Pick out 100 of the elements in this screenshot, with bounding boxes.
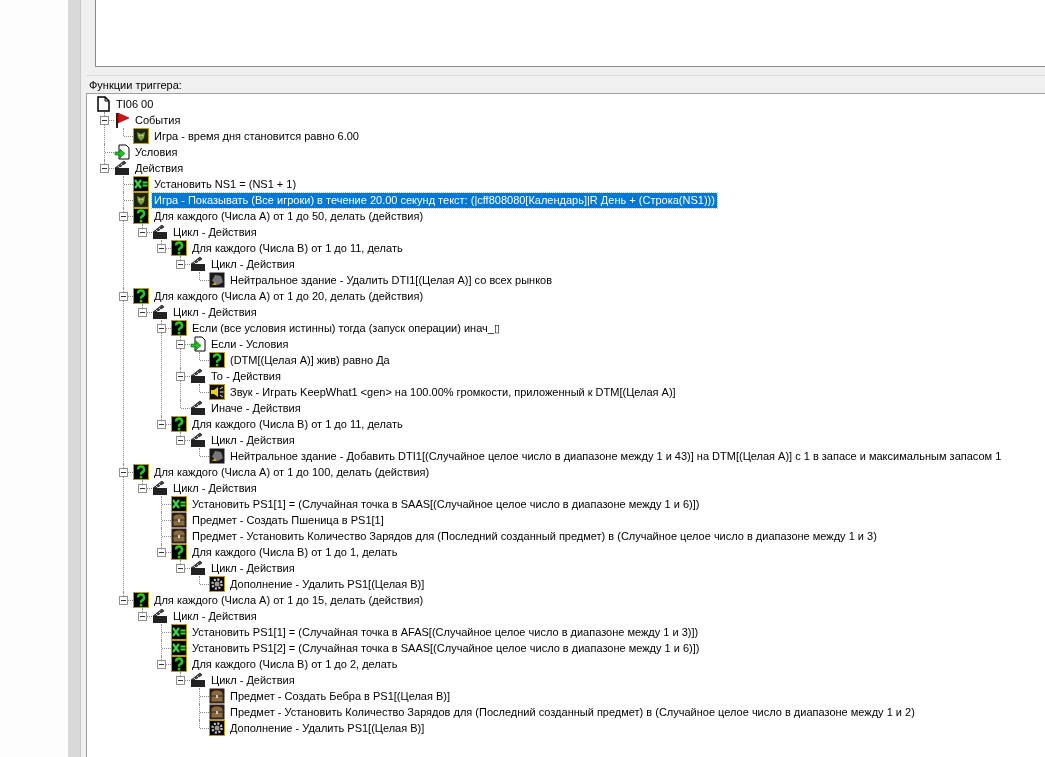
clapperboard-icon xyxy=(190,400,206,416)
document-icon xyxy=(95,96,111,112)
tree-item[interactable]: Для каждого (Числа A) от 1 до 50, делать (действия) xyxy=(152,208,426,224)
tree-item[interactable]: Для каждого (Числа A) от 1 до 15, делать (действия) xyxy=(152,592,426,608)
collapse-icon[interactable] xyxy=(138,484,147,493)
x-equals-icon xyxy=(133,176,149,192)
tree-item[interactable]: Условия xyxy=(133,144,180,160)
group-label: Функции триггера: xyxy=(88,78,183,93)
clapperboard-icon xyxy=(152,480,168,496)
clapperboard-icon xyxy=(190,432,206,448)
tree-item[interactable]: Установить PS1[1] = (Случайная точка в SAAS[(Случайное целое число в диапазоне между 1 и 6)]) xyxy=(190,496,702,512)
tree-item[interactable]: Для каждого (Числа B) от 1 до 2, делать xyxy=(190,656,400,672)
clapperboard-icon xyxy=(190,256,206,272)
emblem-icon xyxy=(133,128,149,144)
clapperboard-icon xyxy=(190,560,206,576)
collapse-icon[interactable] xyxy=(157,548,166,557)
gear-icon xyxy=(209,576,225,592)
collapse-icon[interactable] xyxy=(138,308,147,317)
tree-item[interactable]: Игра - время дня становится равно 6.00 xyxy=(152,128,361,144)
tree-item[interactable]: Цикл - Действия xyxy=(171,480,259,496)
clapperboard-icon xyxy=(190,672,206,688)
collapse-icon[interactable] xyxy=(157,244,166,253)
tree-item[interactable]: Для каждого (Числа A) от 1 до 20, делать (действия) xyxy=(152,288,426,304)
tree-item[interactable]: Цикл - Действия xyxy=(209,672,297,688)
collapse-icon[interactable] xyxy=(138,228,147,237)
tree-item[interactable]: Нейтральное здание - Добавить DTI1[(Случайное целое число в диапазоне между 1 и 43)] на DTM[(Целая A)] с 1 в запасе и максимальным запасом 1 xyxy=(228,448,1004,464)
tree-item[interactable]: То - Действия xyxy=(209,368,283,384)
question-mark-icon xyxy=(171,544,187,560)
x-equals-icon xyxy=(171,640,187,656)
tree-item[interactable]: Цикл - Действия xyxy=(171,224,259,240)
tree-item[interactable]: Предмет - Установить Количество Зарядов для (Последний созданный предмет) в (Случайное целое число в диапазоне между 1 и 3) xyxy=(190,528,879,544)
tree-item[interactable]: События xyxy=(133,112,183,128)
tree-item[interactable]: TI06 00 xyxy=(114,96,156,112)
page-arrow-icon xyxy=(190,336,206,352)
boulder-icon xyxy=(209,448,225,464)
tree-item[interactable]: Нейтральное здание - Удалить DTI1[(Целая A)] со всех рынков xyxy=(228,272,555,288)
collapse-icon[interactable] xyxy=(100,116,109,125)
question-mark-icon xyxy=(133,208,149,224)
chest-icon xyxy=(171,512,187,528)
x-equals-icon xyxy=(171,624,187,640)
collapse-icon[interactable] xyxy=(176,340,185,349)
tree-item[interactable]: Установить NS1 = (NS1 + 1) xyxy=(152,176,299,192)
tree-item[interactable]: Цикл - Действия xyxy=(209,560,297,576)
speaker-icon xyxy=(209,384,225,400)
clapperboard-icon xyxy=(114,160,130,176)
collapse-icon[interactable] xyxy=(119,468,128,477)
collapse-icon[interactable] xyxy=(157,420,166,429)
tree-item[interactable]: Установить PS1[2] = (Случайная точка в SAAS[(Случайное целое число в диапазоне между 1 и 6)]) xyxy=(190,640,702,656)
collapse-icon[interactable] xyxy=(176,436,185,445)
collapse-icon[interactable] xyxy=(176,564,185,573)
tree-item[interactable]: Предмет - Создать Бебра в PS1[(Целая B)] xyxy=(228,688,453,704)
question-mark-icon xyxy=(133,592,149,608)
clapperboard-icon xyxy=(152,224,168,240)
collapse-icon[interactable] xyxy=(176,676,185,685)
comment-field[interactable] xyxy=(95,0,1045,67)
tree-item[interactable]: Цикл - Действия xyxy=(209,256,297,272)
tree-item[interactable]: Для каждого (Числа A) от 1 до 100, делать (действия) xyxy=(152,464,432,480)
tree-item[interactable]: Цикл - Действия xyxy=(171,608,259,624)
tree-item[interactable]: Для каждого (Числа B) от 1 до 1, делать xyxy=(190,544,400,560)
clapperboard-icon xyxy=(190,368,206,384)
clapperboard-icon xyxy=(152,608,168,624)
question-mark-icon xyxy=(171,416,187,432)
collapse-icon[interactable] xyxy=(138,612,147,621)
tree-item[interactable]: Цикл - Действия xyxy=(171,304,259,320)
tree-item[interactable]: Цикл - Действия xyxy=(209,432,297,448)
tree-item[interactable]: Дополнение - Удалить PS1[(Целая B)] xyxy=(228,720,427,736)
collapse-icon[interactable] xyxy=(176,372,185,381)
tree-item[interactable]: Иначе - Действия xyxy=(209,400,303,416)
collapse-icon[interactable] xyxy=(119,292,128,301)
chest-icon xyxy=(209,704,225,720)
tree-item[interactable]: Предмет - Создать Пшеница в PS1[1] xyxy=(190,512,386,528)
tree-item[interactable]: Для каждого (Числа B) от 1 до 11, делать xyxy=(190,240,405,256)
flag-icon xyxy=(114,112,130,128)
question-mark-icon xyxy=(209,352,225,368)
collapse-icon[interactable] xyxy=(176,260,185,269)
chest-icon xyxy=(171,528,187,544)
collapse-icon[interactable] xyxy=(100,164,109,173)
question-mark-icon xyxy=(171,656,187,672)
page-arrow-icon xyxy=(114,144,130,160)
tree-item[interactable]: Игра - Показывать (Все игроки) в течение 20.00 секунд текст: (|cff808080[Календарь]|R День + (Строка(NS1))) xyxy=(152,192,717,208)
tree-item[interactable]: Для каждого (Числа B) от 1 до 11, делать xyxy=(190,416,405,432)
tree-item[interactable]: Дополнение - Удалить PS1[(Целая B)] xyxy=(228,576,427,592)
tree-item[interactable]: Действия xyxy=(133,160,186,176)
collapse-icon[interactable] xyxy=(157,660,166,669)
chest-icon xyxy=(209,688,225,704)
emblem-icon xyxy=(133,192,149,208)
tree-item[interactable]: Установить PS1[1] = (Случайная точка в AFAS[(Случайное целое число в диапазоне между 1 и 3)]) xyxy=(190,624,701,640)
collapse-icon[interactable] xyxy=(157,324,166,333)
question-mark-icon xyxy=(133,464,149,480)
tree-item[interactable]: (DTM[(Целая A)] жив) равно Да xyxy=(228,352,392,368)
tree-item[interactable]: Звук - Играть KeepWhat1 <gen> на 100.00% громкости, приложенный к DTM[(Целая A)] xyxy=(228,384,678,400)
tree-item[interactable]: Предмет - Установить Количество Зарядов для (Последний созданный предмет) в (Случайное целое число в диапазоне между 1 и 2) xyxy=(228,704,917,720)
x-equals-icon xyxy=(171,496,187,512)
collapse-icon[interactable] xyxy=(119,596,128,605)
tree-item[interactable]: Если (все условия истинны) тогда (запуск операции) инач_▯ xyxy=(190,320,502,336)
question-mark-icon xyxy=(171,240,187,256)
question-mark-icon xyxy=(171,320,187,336)
tree-item[interactable]: Если - Условия xyxy=(209,336,291,352)
boulder-icon xyxy=(209,272,225,288)
collapse-icon[interactable] xyxy=(119,212,128,221)
